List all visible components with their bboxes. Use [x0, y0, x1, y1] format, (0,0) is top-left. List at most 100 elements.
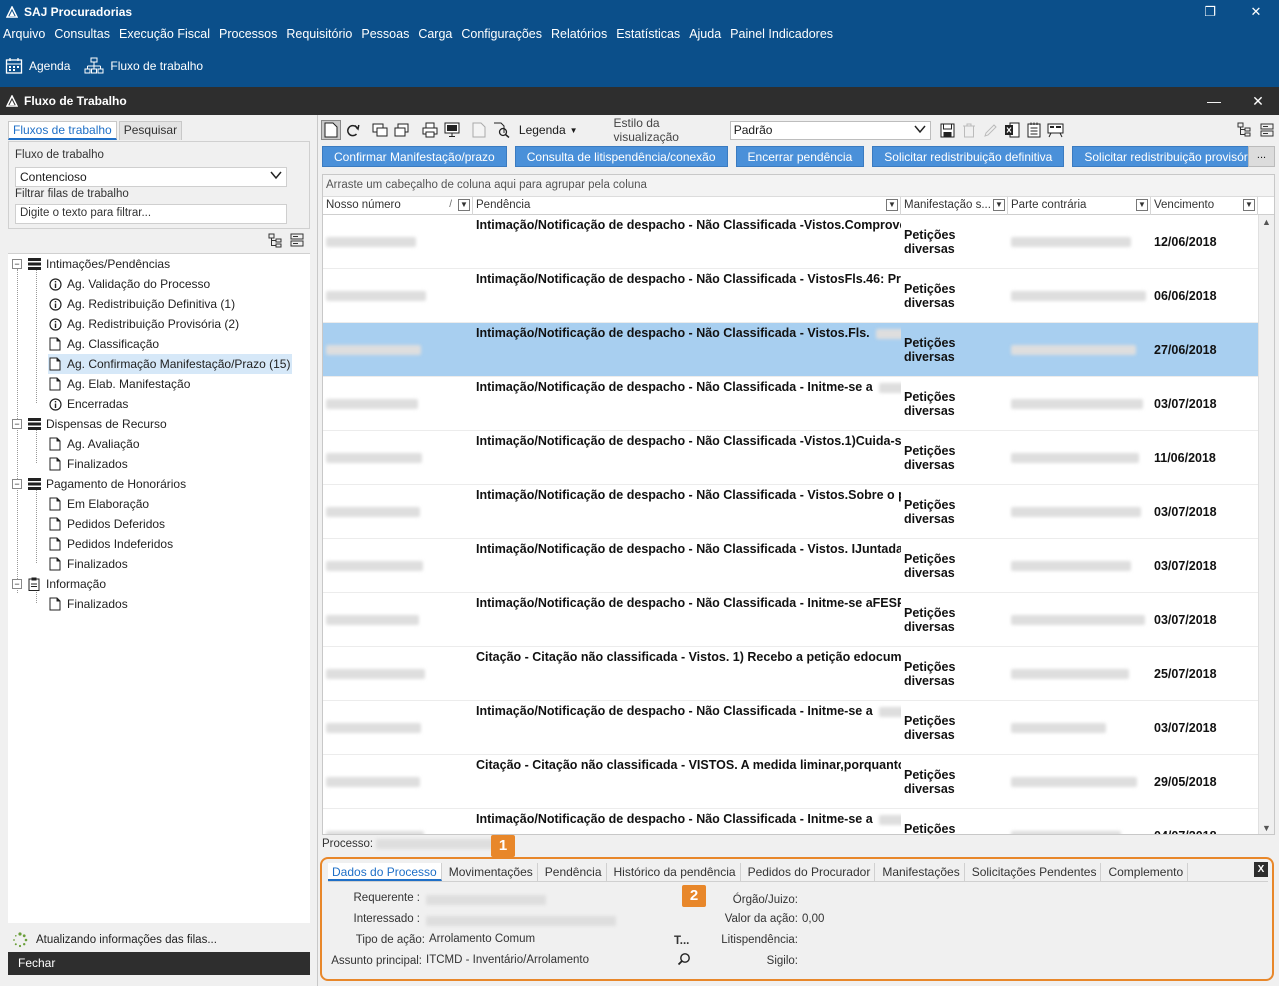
menu-estatisticas[interactable]: Estatísticas — [616, 27, 680, 41]
tree-item-ag-redistribuicao-provisoria[interactable]: Ag. Redistribuição Provisória (2) — [48, 314, 239, 334]
table-row[interactable]: Intimação/Notificação de despacho - Não … — [323, 593, 1258, 647]
table-row[interactable]: Intimação/Notificação de despacho - Não … — [323, 323, 1258, 377]
collapse-toggle-icon[interactable]: − — [12, 419, 22, 429]
tree-item-finalizados[interactable]: Finalizados — [48, 594, 128, 614]
confirmar-manifestacao-button[interactable]: Confirmar Manifestação/prazo — [322, 146, 507, 167]
collapse-tree-icon[interactable] — [290, 233, 304, 252]
column-header-manifestacao[interactable]: Manifestação s... ▼ — [901, 197, 1008, 215]
menu-carga[interactable]: Carga — [418, 27, 452, 41]
menu-ajuda[interactable]: Ajuda — [689, 27, 721, 41]
table-row[interactable]: Intimação/Notificação de despacho - Não … — [323, 701, 1258, 755]
menu-pessoas[interactable]: Pessoas — [361, 27, 409, 41]
tree-item-finalizados[interactable]: Finalizados — [48, 454, 128, 474]
filter-dropdown-icon[interactable]: ▼ — [1243, 199, 1255, 211]
menu-arquivo[interactable]: Arquivo — [3, 27, 45, 41]
collapse-toggle-icon[interactable]: − — [12, 479, 22, 489]
menu-requisitorio[interactable]: Requisitório — [286, 27, 352, 41]
table-row[interactable]: Intimação/Notificação de despacho - Não … — [323, 539, 1258, 593]
board-icon[interactable] — [1046, 120, 1066, 140]
filter-dropdown-icon[interactable]: ▼ — [1136, 199, 1148, 211]
scroll-down-icon[interactable]: ▼ — [1262, 823, 1271, 833]
menu-consultas[interactable]: Consultas — [54, 27, 110, 41]
column-header-nosso-numero[interactable]: Nosso número / ▼ — [323, 197, 473, 215]
fluxo-select[interactable]: Contencioso — [15, 167, 287, 187]
filter-dropdown-icon[interactable]: ▼ — [993, 199, 1005, 211]
tree-item-ag-validacao[interactable]: Ag. Validação do Processo — [48, 274, 210, 294]
table-row[interactable]: Intimação/Notificação de despacho - Não … — [323, 485, 1258, 539]
expand-tree-icon[interactable] — [268, 233, 284, 252]
tree-item-pedidos-indeferidos[interactable]: Pedidos Indeferidos — [48, 534, 173, 554]
print-icon[interactable] — [420, 120, 440, 140]
close-detail-button[interactable]: X — [1254, 862, 1268, 877]
table-row[interactable]: Intimação/Notificação de despacho - Não … — [323, 377, 1258, 431]
delete-disabled-icon[interactable] — [959, 120, 979, 140]
table-row[interactable]: Intimação/Notificação de despacho - Não … — [323, 431, 1258, 485]
grid-scrollbar[interactable]: ▲ ▼ — [1258, 215, 1274, 834]
encerrar-pendencia-button[interactable]: Encerrar pendência — [735, 146, 865, 167]
fechar-button[interactable]: Fechar — [8, 952, 310, 975]
close-window-button[interactable]: ✕ — [1233, 0, 1279, 23]
scroll-up-icon[interactable]: ▲ — [1262, 217, 1271, 227]
tab-fluxos-de-trabalho[interactable]: Fluxos de trabalho — [8, 121, 117, 140]
table-row[interactable]: Intimação/Notificação de despacho - Não … — [323, 269, 1258, 323]
close-subwindow-button[interactable]: ✕ — [1238, 87, 1278, 115]
tree-item-ag-redistribuicao-definitiva[interactable]: Ag. Redistribuição Definitiva (1) — [48, 294, 235, 314]
tab-solicitacoes-pendentes[interactable]: Solicitações Pendentes — [968, 863, 1102, 881]
table-row[interactable]: Citação - Citação não classificada - VIS… — [323, 755, 1258, 809]
consulta-litispendencia-button[interactable]: Consulta de litispendência/conexão — [514, 146, 728, 167]
tree-item-dispensas[interactable]: − Dispensas de Recurso — [12, 414, 167, 434]
menu-execucao-fiscal[interactable]: Execução Fiscal — [119, 27, 210, 41]
tree-item-pedidos-deferidos[interactable]: Pedidos Deferidos — [48, 514, 165, 534]
table-row[interactable]: Intimação/Notificação de despacho - Não … — [323, 809, 1258, 834]
tab-manifestacoes[interactable]: Manifestações — [878, 863, 965, 881]
solicitar-redistribuicao-definitiva-button[interactable]: Solicitar redistribuição definitiva — [872, 146, 1065, 167]
table-row[interactable]: Citação - Citação não classificada - Vis… — [323, 647, 1258, 701]
tab-movimentacoes[interactable]: Movimentações — [445, 863, 538, 881]
tab-complemento[interactable]: Complemento — [1104, 863, 1189, 881]
menu-relatorios[interactable]: Relatórios — [551, 27, 607, 41]
collapse-tree-icon[interactable] — [1257, 120, 1277, 140]
collapse-toggle-icon[interactable]: − — [12, 579, 22, 589]
legenda-dropdown[interactable]: Legenda — [519, 123, 566, 137]
refresh-icon[interactable] — [343, 120, 363, 140]
excel-export-icon[interactable] — [1002, 120, 1022, 140]
search-icon[interactable] — [677, 952, 691, 969]
estilo-select[interactable]: Padrão — [729, 120, 932, 140]
notes-icon[interactable] — [1024, 120, 1044, 140]
menu-painel-indicadores[interactable]: Painel Indicadores — [730, 27, 833, 41]
tree-item-informacao[interactable]: − Informação — [12, 574, 106, 594]
tab-pesquisar[interactable]: Pesquisar — [118, 121, 183, 140]
copy-window-icon[interactable] — [371, 120, 391, 140]
expand-tree-icon[interactable] — [1236, 120, 1256, 140]
tree-item-finalizados[interactable]: Finalizados — [48, 554, 128, 574]
tab-pedidos-do-procurador[interactable]: Pedidos do Procurador — [744, 863, 876, 881]
tree-item-ag-avaliacao[interactable]: Ag. Avaliação — [48, 434, 140, 454]
tab-pendencia[interactable]: Pendência — [541, 863, 607, 881]
tab-historico-da-pendencia[interactable]: Histórico da pendência — [610, 863, 741, 881]
column-header-parte-contraria[interactable]: Parte contrária ▼ — [1008, 197, 1151, 215]
menu-configuracoes[interactable]: Configurações — [461, 27, 542, 41]
table-row[interactable]: Intimação/Notificação de despacho - Não … — [323, 215, 1258, 269]
menu-processos[interactable]: Processos — [219, 27, 277, 41]
tree-item-ag-confirmacao[interactable]: Ag. Confirmação Manifestação/Prazo (15) — [48, 354, 293, 374]
solicitar-redistribuicao-provisoria-button[interactable]: Solicitar redistribuição provisória — [1072, 146, 1270, 167]
tab-dados-do-processo[interactable]: Dados do Processo — [328, 863, 442, 881]
filter-dropdown-icon[interactable]: ▼ — [458, 199, 470, 211]
collapse-toggle-icon[interactable]: − — [12, 259, 22, 269]
filtrar-input[interactable]: Digite o texto para filtrar... — [15, 204, 287, 224]
tree-item-pagamento[interactable]: − Pagamento de Honorários — [12, 474, 186, 494]
new-document-icon[interactable] — [321, 120, 341, 140]
tree-item-encerradas[interactable]: Encerradas — [48, 394, 128, 414]
tree-item-ag-elab-manifestacao[interactable]: Ag. Elab. Manifestação — [48, 374, 190, 394]
column-header-vencimento[interactable]: Vencimento ▼ — [1151, 197, 1258, 215]
more-actions-button[interactable]: ... — [1248, 146, 1275, 167]
edit-disabled-icon[interactable] — [981, 120, 1001, 140]
duplicate-window-icon[interactable] — [392, 120, 412, 140]
tree-item-intimacoes[interactable]: − Intimações/Pendências — [12, 254, 170, 274]
monitor-icon[interactable] — [442, 120, 462, 140]
restore-window-button[interactable]: ❐ — [1187, 0, 1233, 23]
column-header-pendencia[interactable]: Pendência ▼ — [473, 197, 901, 215]
save-icon[interactable] — [937, 120, 957, 140]
minimize-subwindow-button[interactable]: — — [1194, 87, 1234, 115]
tree-item-em-elaboracao[interactable]: Em Elaboração — [48, 494, 149, 514]
